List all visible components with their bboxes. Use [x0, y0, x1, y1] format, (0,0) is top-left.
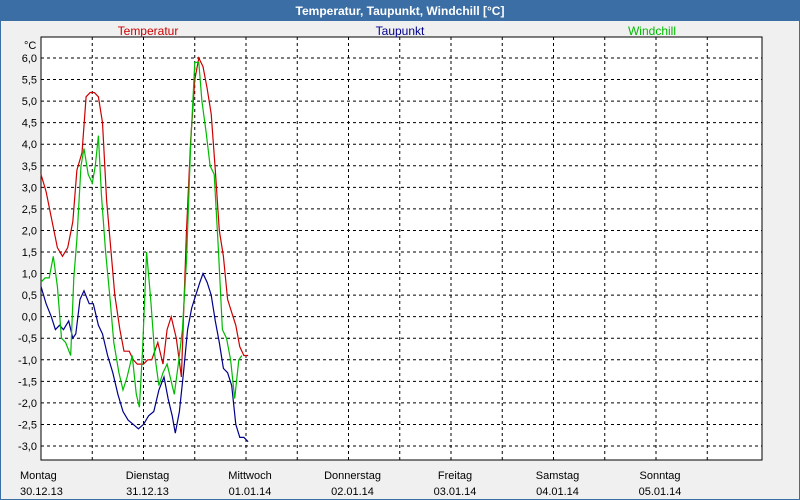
x-tick-day: Dienstag [126, 470, 169, 482]
y-tick-label: -3,0 [18, 441, 37, 453]
x-tick-date: 30.12.13 [20, 486, 63, 498]
y-tick-label: 3,5 [22, 161, 37, 173]
x-tick-day: Samstag [536, 470, 579, 482]
y-tick-label: 4,5 [22, 118, 37, 130]
x-axis-ticks: Montag 30.12.13 Dienstag 31.12.13 Mittwoch 01… [20, 470, 681, 498]
legend-entry: Temperatur [118, 24, 179, 38]
x-tick-day: Montag [20, 470, 57, 482]
legend-entry: Taupunkt [376, 24, 425, 38]
y-tick-label: -0,5 [18, 333, 37, 345]
y-tick-label: 1,0 [22, 269, 37, 281]
x-tick-date: 05.01.14 [639, 486, 682, 498]
x-tick-day: Sonntag [640, 470, 681, 482]
y-tick-label: 3,0 [22, 182, 37, 194]
y-tick-label: 0,5 [22, 290, 37, 302]
y-tick-label: -1,0 [18, 355, 37, 367]
x-tick-day: Mittwoch [228, 470, 271, 482]
y-tick-label: 6,0 [22, 53, 37, 65]
y-tick-label: 0,0 [22, 312, 37, 324]
x-tick-date: 04.01.14 [536, 486, 579, 498]
chart-area: 6,0 5,5 5,0 4,5 4,0 3,5 3,0 2,5 2,0 1,5 1,0 0,5 0,0 -… [18, 24, 763, 498]
y-tick-label: 5,0 [22, 96, 37, 108]
x-tick-date: 31.12.13 [126, 486, 169, 498]
x-tick-date: 02.01.14 [331, 486, 374, 498]
plot-background [40, 36, 763, 461]
x-tick-date: 01.01.14 [229, 486, 272, 498]
y-axis-unit: °C [24, 40, 36, 52]
legend-entry: Windchill [628, 24, 676, 38]
legend: Temperatur Taupunkt Windchill [118, 24, 676, 38]
y-tick-label: -1,5 [18, 376, 37, 388]
y-tick-label: 1,5 [22, 247, 37, 259]
y-tick-label: 5,5 [22, 75, 37, 87]
x-tick-day: Freitag [438, 470, 472, 482]
y-tick-label: 4,0 [22, 139, 37, 151]
x-tick-date: 03.01.14 [434, 486, 477, 498]
x-tick-day: Donnerstag [324, 470, 381, 482]
y-tick-label: -2,0 [18, 398, 37, 410]
y-axis-ticks: 6,0 5,5 5,0 4,5 4,0 3,5 3,0 2,5 2,0 1,5 1,0 0,5 0,0 -… [18, 53, 37, 453]
y-tick-label: 2,5 [22, 204, 37, 216]
y-tick-label: 2,0 [22, 225, 37, 237]
y-tick-label: -2,5 [18, 419, 37, 431]
